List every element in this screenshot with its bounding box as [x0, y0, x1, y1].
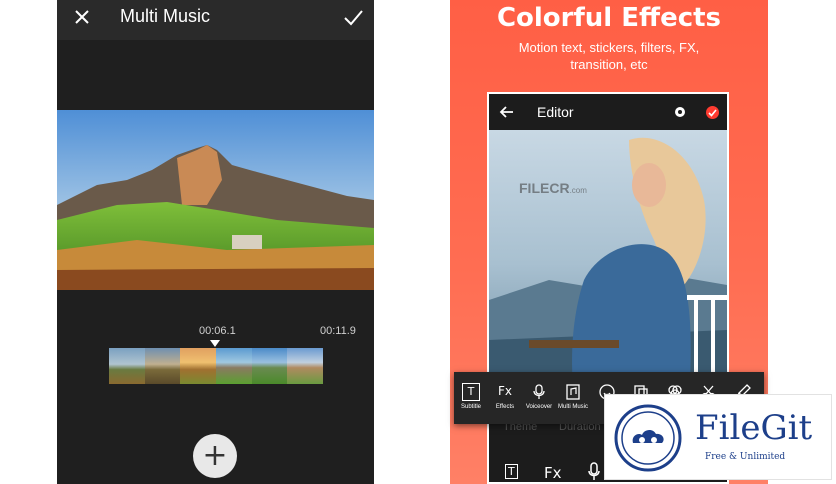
toolbar-item-effects[interactable]: Fx Effects [488, 372, 522, 424]
total-time: 00:11.9 [320, 325, 356, 337]
logo-tagline: Free & Unlimited [705, 452, 786, 462]
effects-icon: Fx [497, 384, 512, 398]
add-music-button[interactable]: + [193, 434, 237, 478]
timeline-frame [109, 348, 145, 384]
timeline-frame [287, 348, 324, 384]
editor-preview-image[interactable] [489, 130, 727, 398]
multi-music-screen: Multi Music 00:06.1 00:11.9 + [57, 0, 374, 484]
screen-title: Multi Music [120, 6, 211, 26]
mic-icon[interactable] [587, 462, 601, 482]
music-icon [566, 384, 580, 400]
top-bar: Multi Music [57, 0, 374, 40]
editor-title: Editor [537, 104, 574, 120]
playhead-marker[interactable] [210, 340, 220, 347]
timeline-frame [251, 348, 288, 384]
timeline-frame [216, 348, 252, 384]
timeline-strip[interactable] [109, 348, 324, 384]
editor-top-bar: Editor [489, 94, 727, 130]
done-check-icon[interactable] [706, 106, 719, 119]
toolbar-item-voiceover[interactable]: Voiceover [522, 372, 556, 424]
fx-tool-icon[interactable]: Fx [544, 464, 562, 482]
timeline-frame [144, 348, 181, 384]
subtitle-icon: T [462, 383, 480, 401]
logo-wordmark: FileGit [695, 408, 813, 448]
toolbar-item-subtitle[interactable]: T Subtitle [454, 372, 488, 424]
plus-icon: + [202, 438, 228, 473]
close-icon[interactable] [71, 6, 93, 28]
mic-icon [533, 384, 545, 399]
video-preview[interactable] [57, 110, 374, 290]
cloud-logo-icon [614, 404, 682, 472]
gear-icon[interactable] [673, 105, 687, 119]
toolbar-item-multi-music[interactable]: Multi Music [556, 372, 590, 424]
watermark: FILECR.com [519, 180, 587, 196]
current-time: 00:06.1 [199, 325, 236, 337]
filegit-logo: FileGit Free & Unlimited [604, 394, 832, 480]
checkmark-icon[interactable] [342, 6, 364, 28]
promo-subtitle: Motion text, stickers, filters, FX, tran… [518, 40, 700, 72]
timeline-frame [180, 348, 217, 384]
promo-headline: Colorful Effects [496, 3, 722, 33]
back-arrow-icon[interactable] [499, 104, 515, 120]
text-tool-icon[interactable]: T [505, 464, 518, 479]
